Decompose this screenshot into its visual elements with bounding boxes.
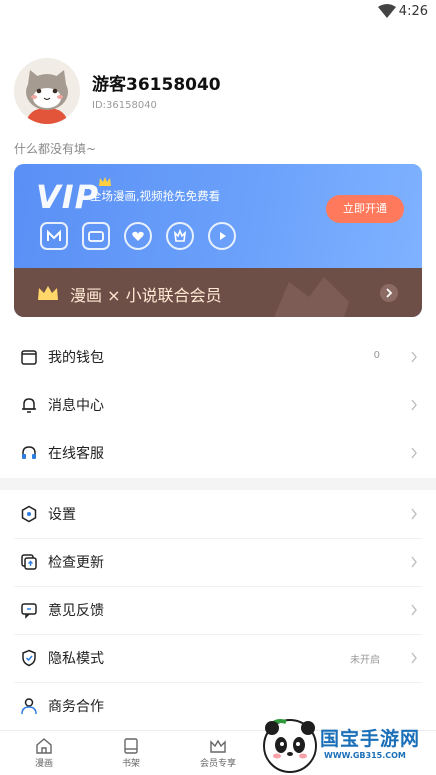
chevron-right-icon (411, 604, 417, 616)
nav-label: 书架 (121, 759, 140, 769)
nav-tab-vip[interactable]: 会员专享 (188, 735, 248, 775)
profile-header[interactable]: 游客36158040 ID:36158040 (14, 58, 424, 128)
gear-icon (21, 505, 37, 523)
headset-icon (22, 446, 36, 459)
chevron-right-icon (411, 351, 417, 363)
nav-tab-manga[interactable]: 漫画 (14, 735, 74, 775)
bell-icon (22, 398, 36, 413)
chevron-right-icon (411, 399, 417, 411)
chevron-right-icon (411, 508, 417, 520)
menu-label: 在线客服 (48, 446, 104, 462)
decoration (274, 277, 349, 317)
menu-label: 意见反馈 (48, 603, 104, 619)
nav-tab-bookshelf[interactable]: 书架 (101, 735, 161, 775)
status-time: 4:26 (398, 4, 428, 19)
vip-tagline: 全场漫画,视频抢先免费看 (90, 189, 221, 203)
menu-label: 检查更新 (48, 555, 104, 571)
username: 游客36158040 (92, 75, 221, 95)
watermark-url: WWW.GB315.COM (324, 751, 406, 760)
watermark-title: 国宝手游网 (320, 728, 421, 750)
menu-label: 设置 (48, 507, 76, 523)
update-icon (21, 554, 37, 570)
crown-icon (38, 286, 58, 300)
panda-logo-icon (263, 719, 317, 773)
vip-open-button[interactable]: 立即开通 (326, 195, 404, 223)
home-icon (36, 738, 52, 754)
play-benefit-icon (208, 222, 236, 250)
wifi-icon (378, 4, 396, 18)
chevron-right-icon[interactable] (380, 284, 398, 302)
vip-card[interactable]: VIP 全场漫画,视频抢先免费看 立即开通 漫画 × 小说联合会员 (14, 164, 422, 317)
user-bio: 什么都没有填~ (14, 142, 97, 156)
nav-label: 会员专享 (199, 759, 236, 769)
privacy-status: 未开启 (350, 655, 380, 666)
menu-label: 消息中心 (48, 398, 104, 414)
book-icon (124, 738, 138, 754)
chevron-right-icon (411, 652, 417, 664)
wallet-balance: 0 (373, 350, 380, 361)
user-icon (21, 698, 37, 715)
crown-icon (210, 739, 226, 753)
menu-item-support[interactable]: 在线客服 (0, 430, 436, 478)
vip-crown-icon (99, 177, 111, 186)
cat-avatar-icon[interactable] (14, 58, 80, 124)
vip-banner[interactable]: VIP 全场漫画,视频抢先免费看 立即开通 (14, 164, 422, 268)
heart-benefit-icon (124, 222, 152, 250)
section-divider (0, 478, 436, 490)
menu-item-check-update[interactable]: 检查更新 (0, 539, 436, 587)
chevron-right-icon (411, 447, 417, 459)
menu-item-wallet[interactable]: 我的钱包 0 (0, 334, 436, 382)
menu-label: 我的钱包 (48, 350, 104, 366)
bag-benefit-icon (166, 222, 194, 250)
menu-item-feedback[interactable]: 意见反馈 (0, 587, 436, 635)
site-watermark: 国宝手游网 WWW.GB315.COM (252, 710, 436, 775)
status-bar: 4:26 (0, 0, 436, 24)
nav-label: 漫画 (34, 759, 53, 769)
joint-membership-label: 漫画 × 小说联合会员 (70, 286, 222, 305)
manga-benefit-icon (40, 222, 68, 250)
video-benefit-icon (82, 222, 110, 250)
menu-item-messages[interactable]: 消息中心 (0, 382, 436, 430)
menu-item-privacy[interactable]: 隐私模式 未开启 (0, 635, 436, 683)
user-id: ID:36158040 (92, 100, 157, 111)
wallet-icon (21, 350, 37, 365)
chevron-right-icon (411, 556, 417, 568)
menu-label: 隐私模式 (48, 651, 104, 667)
feedback-icon (21, 603, 37, 619)
shield-icon (22, 649, 36, 667)
joint-membership-banner[interactable]: 漫画 × 小说联合会员 (14, 268, 422, 317)
menu-item-settings[interactable]: 设置 (0, 491, 436, 539)
menu-label: 商务合作 (48, 699, 104, 715)
